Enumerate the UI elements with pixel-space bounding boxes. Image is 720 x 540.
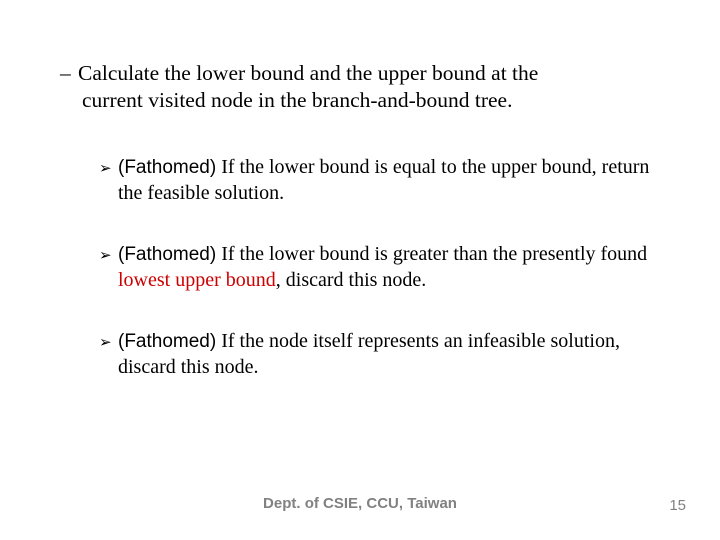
arrow-icon: ➢ — [99, 333, 112, 352]
dash-bullet: – — [60, 60, 78, 87]
footer-text: Dept. of CSIE, CCU, Taiwan — [0, 495, 720, 512]
fathomed-label: (Fathomed) — [118, 244, 216, 265]
item-rest-b: , discard this node. — [276, 269, 427, 291]
main-text-line1: Calculate the lower bound and the upper … — [78, 61, 538, 85]
fathomed-label: (Fathomed) — [118, 157, 216, 178]
list-item: ➢ (Fathomed) If the node itself represen… — [102, 329, 662, 380]
page-number: 15 — [669, 497, 686, 514]
main-bullet: –Calculate the lower bound and the upper… — [62, 60, 662, 114]
main-text-line2: current visited node in the branch-and-b… — [82, 88, 512, 112]
fathomed-label: (Fathomed) — [118, 331, 216, 352]
slide: –Calculate the lower bound and the upper… — [0, 0, 720, 540]
item-text: (Fathomed) If the node itself represents… — [118, 329, 662, 380]
list-item: ➢ (Fathomed) If the lower bound is equal… — [102, 155, 662, 206]
item-rest-a: If the lower bound is greater than the p… — [216, 243, 647, 265]
red-text: lowest upper bound — [118, 269, 276, 291]
list-item: ➢ (Fathomed) If the lower bound is great… — [102, 242, 662, 293]
arrow-icon: ➢ — [99, 159, 112, 178]
item-text: (Fathomed) If the lower bound is greater… — [118, 242, 662, 293]
item-text: (Fathomed) If the lower bound is equal t… — [118, 155, 662, 206]
sub-list: ➢ (Fathomed) If the lower bound is equal… — [102, 155, 662, 417]
arrow-icon: ➢ — [99, 246, 112, 265]
